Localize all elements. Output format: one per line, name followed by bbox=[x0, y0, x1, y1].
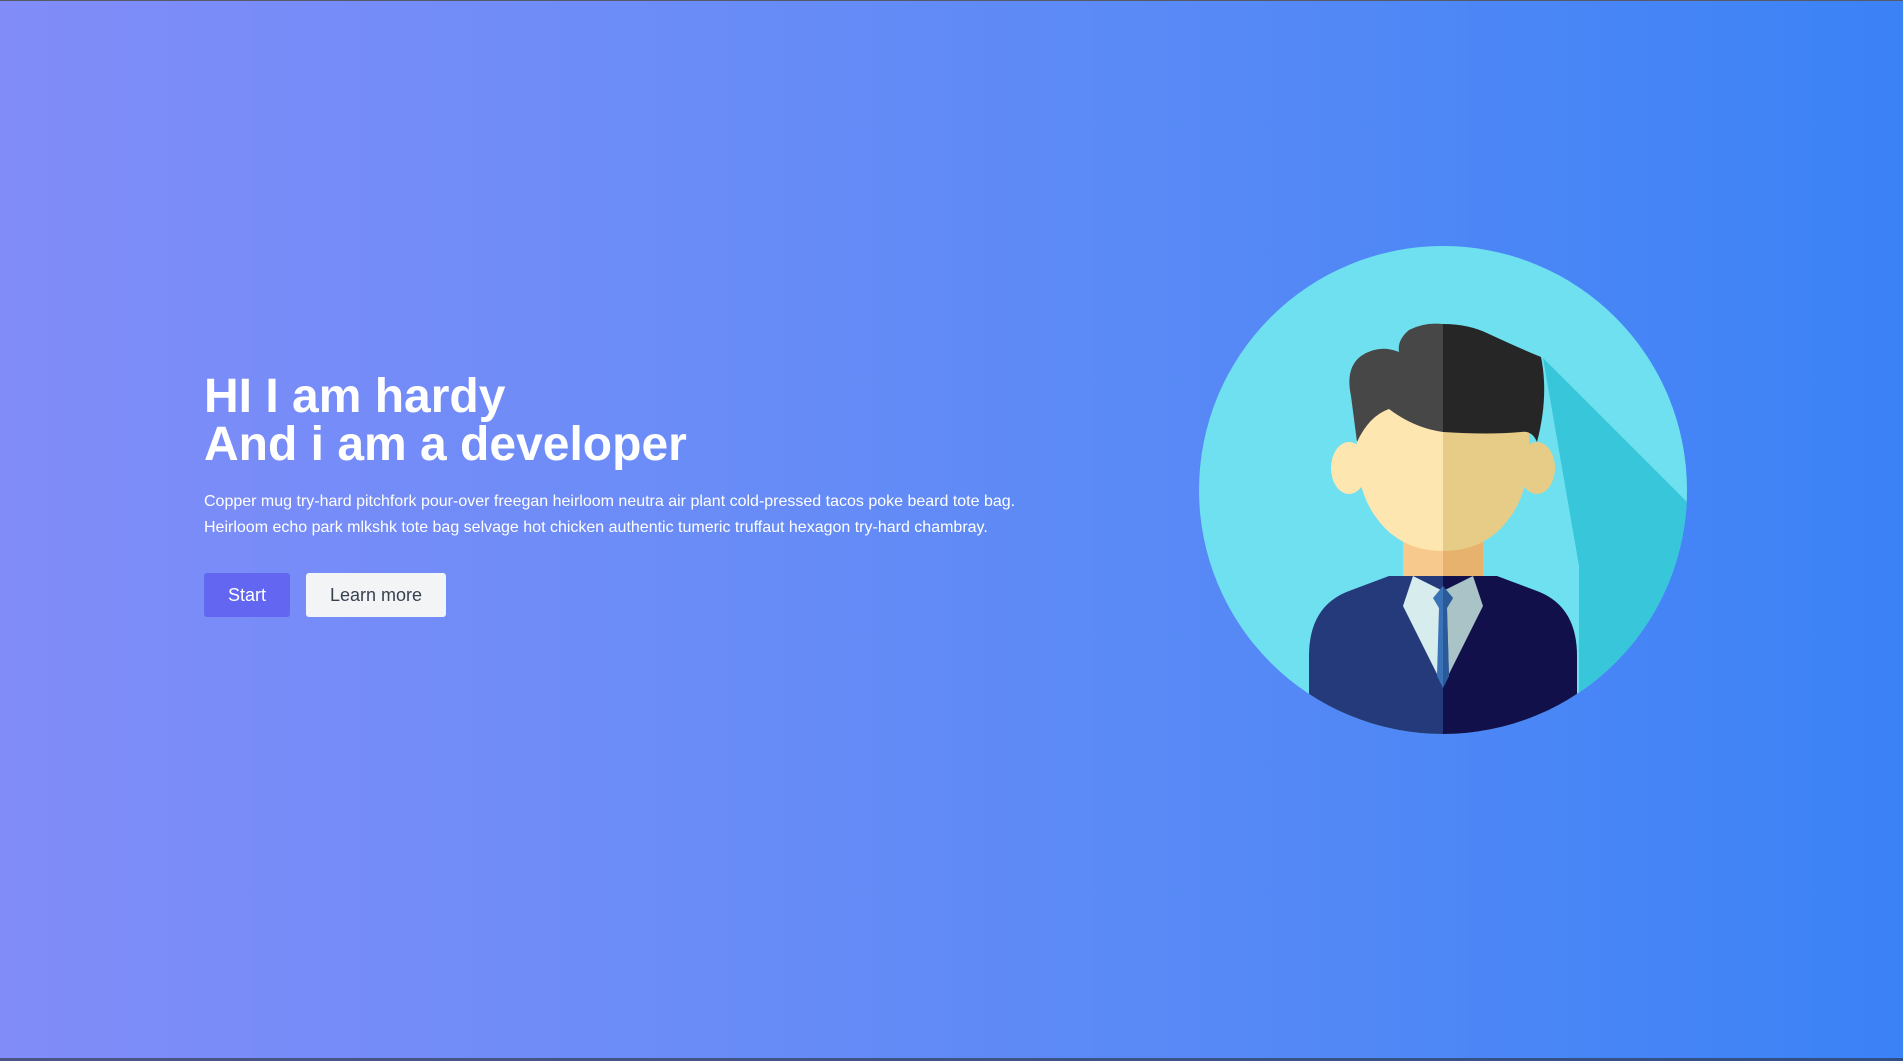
hero-buttons: Start Learn more bbox=[204, 573, 1084, 617]
hero-content: HI I am hardy And i am a developer Coppe… bbox=[204, 373, 1084, 617]
hero-headline: HI I am hardy And i am a developer bbox=[204, 373, 1084, 469]
hero-description-line-2: Heirloom echo park mlkshk tote bag selva… bbox=[204, 519, 988, 536]
hero-section: HI I am hardy And i am a developer Coppe… bbox=[0, 0, 1903, 1061]
hero-description-line-1: Copper mug try-hard pitchfork pour-over … bbox=[204, 493, 1016, 510]
start-button[interactable]: Start bbox=[204, 573, 291, 617]
learn-more-button[interactable]: Learn more bbox=[306, 573, 447, 617]
hero-title-line-2: And i am a developer bbox=[204, 418, 687, 471]
hero-description: Copper mug try-hard pitchfork pour-over … bbox=[204, 489, 1084, 541]
hero-title-line-1: HI I am hardy bbox=[204, 370, 506, 423]
developer-avatar-icon bbox=[1199, 246, 1687, 734]
